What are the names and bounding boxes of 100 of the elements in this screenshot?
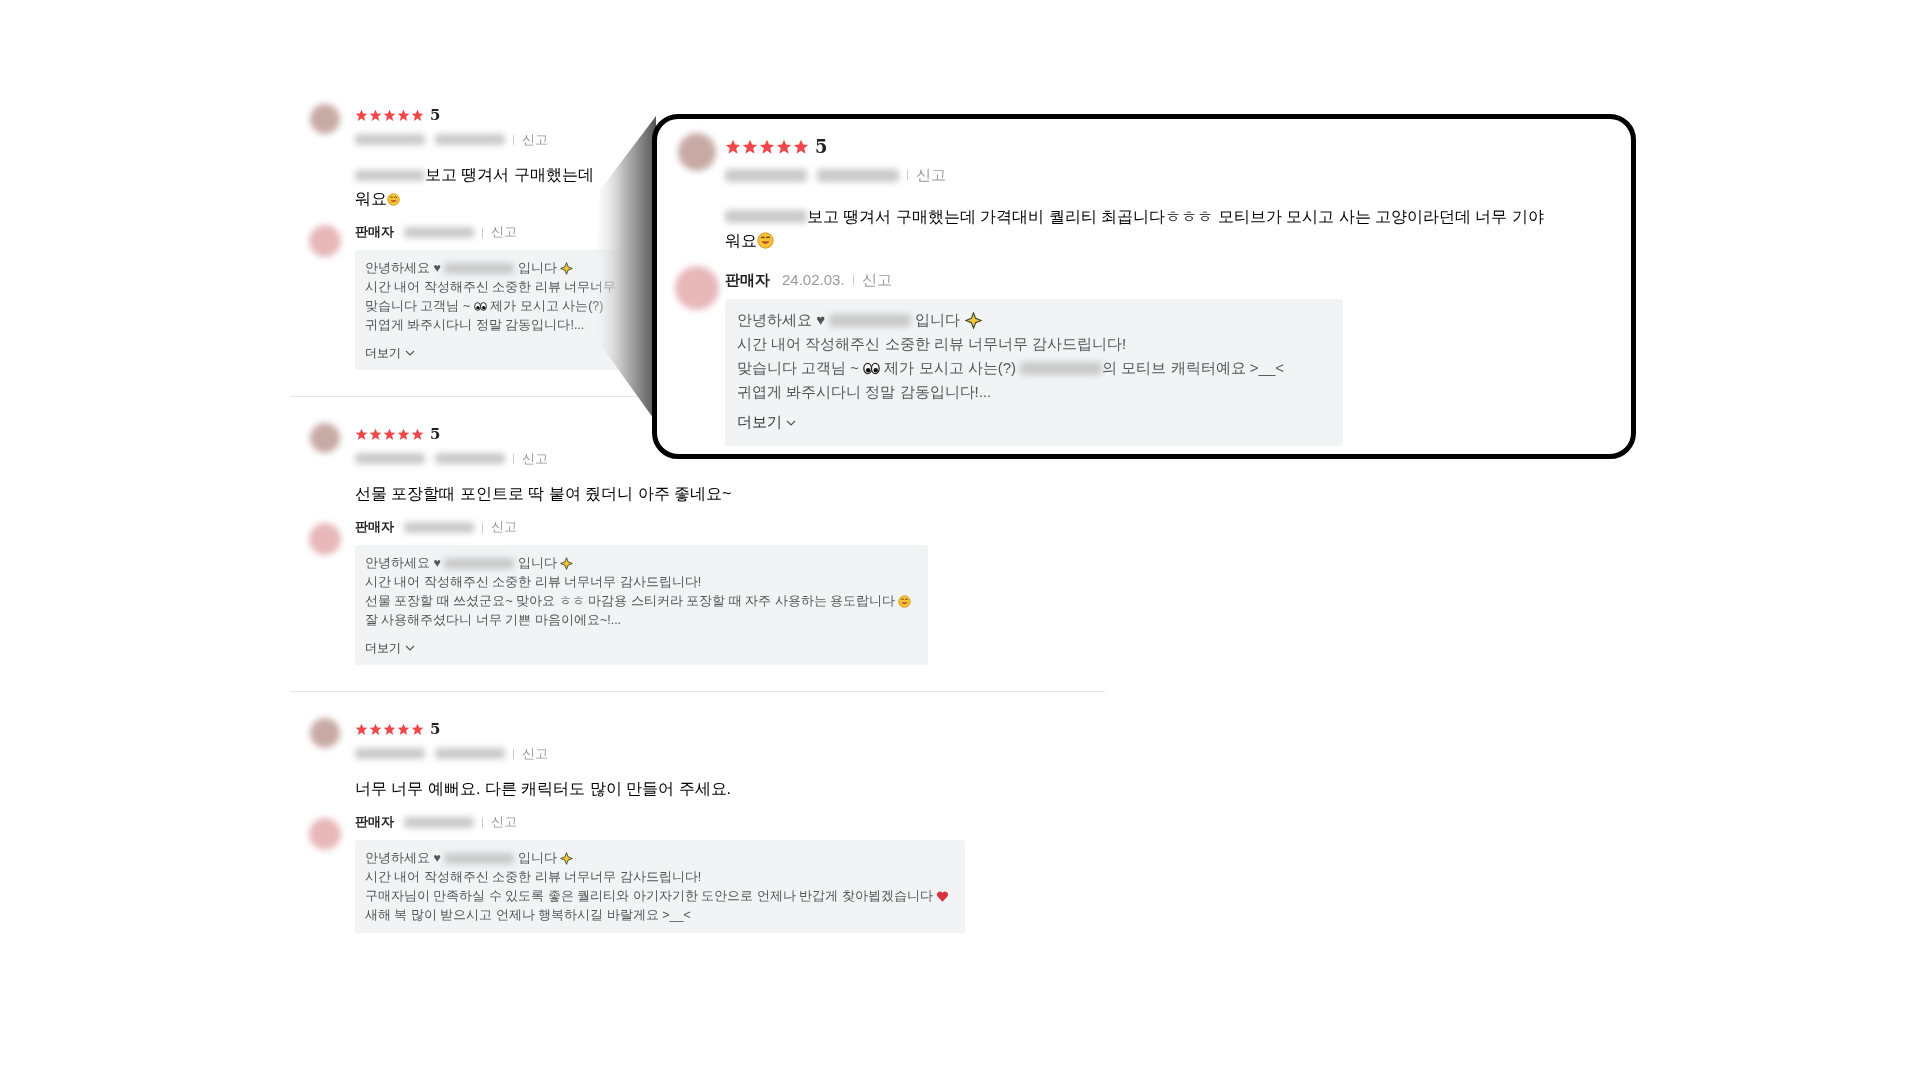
blurred-text <box>444 853 515 864</box>
reply-text: 의 모티브 캐릭터예요 >__< <box>1102 358 1284 378</box>
rating-value: 5 <box>430 424 441 445</box>
star-icon <box>369 427 382 441</box>
reply-text: 안녕하세요 ♥ <box>365 850 442 867</box>
star-icon <box>369 722 382 736</box>
star-icon <box>411 722 424 736</box>
blurred-text <box>404 817 474 829</box>
avatar <box>678 133 716 171</box>
star-icon <box>383 427 396 441</box>
sparkle-icon <box>560 852 574 865</box>
report-link[interactable]: 신고 <box>861 268 892 291</box>
reply-date: 24.02.03. <box>782 269 845 290</box>
blurred-text <box>355 748 425 760</box>
report-link[interactable]: 신고 <box>916 164 946 187</box>
reply-text: 귀엽게 봐주시다니 정말 감동입니다!... <box>365 317 585 334</box>
blurred-text <box>355 134 425 146</box>
seller-label: 판매자 <box>355 519 394 537</box>
star-icon <box>383 108 396 122</box>
more-button[interactable]: 더보기 <box>365 344 415 362</box>
star-icon <box>411 427 424 441</box>
chevron-down-icon <box>405 645 415 651</box>
more-button[interactable]: 더보기 <box>365 639 415 657</box>
sparkle-icon <box>964 311 982 329</box>
reply-text: 제가 모시고 사는(?) <box>489 298 604 315</box>
reply-text: 맞습니다 고객님 ~ <box>365 298 472 315</box>
report-link[interactable]: 신고 <box>522 449 548 469</box>
blurred-text <box>435 748 505 760</box>
star-icon <box>397 722 410 736</box>
review-text: 너무 너무 예뻐요. 다른 캐릭터도 많이 만들어 주세요. <box>355 779 731 800</box>
blurred-text <box>444 558 515 569</box>
blurred-text <box>355 453 425 465</box>
star-icon <box>397 427 410 441</box>
reply-text: 안녕하세요 ♥ <box>365 260 442 277</box>
more-button[interactable]: 더보기 <box>737 412 796 434</box>
smiley-icon <box>757 232 774 249</box>
star-icon <box>411 108 424 122</box>
avatar <box>310 718 340 748</box>
blurred-text <box>404 522 474 534</box>
reply-text: 구매자님이 만족하실 수 있도록 좋은 퀄리티와 아기자기한 도안으로 언제나 반갑게 찾아뵙겠습니다 <box>365 888 934 905</box>
review-text: 워요 <box>355 189 387 210</box>
rating-value: 5 <box>815 135 828 159</box>
sparkle-icon <box>560 262 574 275</box>
report-link[interactable]: 신고 <box>491 813 517 832</box>
rating-value: 5 <box>430 719 441 740</box>
blurred-text <box>355 169 425 181</box>
avatar <box>675 266 719 310</box>
star-icon <box>742 138 758 155</box>
report-link[interactable]: 신고 <box>522 130 548 150</box>
reply-text: 입니다 <box>516 555 558 572</box>
reply-text: 제가 모시고 사는(?) <box>883 358 1018 378</box>
star-icon <box>776 138 792 155</box>
blurred-text <box>444 263 515 274</box>
report-link[interactable]: 신고 <box>491 518 517 537</box>
reply-text: 시간 내어 작성해주신 소중한 리뷰 너무너무 감사드립니다! <box>365 869 702 886</box>
heart-icon <box>936 890 950 903</box>
star-icon <box>383 722 396 736</box>
star-icon <box>355 108 368 122</box>
reply-text: 시간 내어 작성해주신 소중한 리뷰 너무너무 감사드립니다! <box>737 334 1127 354</box>
smiley-icon <box>387 192 400 206</box>
star-icon <box>369 108 382 122</box>
reply-text: 새해 복 많이 받으시고 언제나 행복하시길 바랄게요 >__< <box>365 907 691 924</box>
star-icon <box>759 138 775 155</box>
reply-text: 맞습니다 고객님 ~ <box>737 358 861 378</box>
report-link[interactable]: 신고 <box>522 744 548 764</box>
avatar <box>310 423 340 453</box>
avatar <box>309 523 341 555</box>
star-icon <box>397 108 410 122</box>
star-icon <box>793 138 809 155</box>
rating-value: 5 <box>430 105 441 126</box>
report-link[interactable]: 신고 <box>491 223 517 242</box>
reply-text: 시간 내어 작성해주신 소중한 리뷰 너무너무 감사드립니다! <box>365 574 702 591</box>
avatar <box>309 225 341 257</box>
review-text: 보고 땡겨서 구매했는데 <box>425 165 594 186</box>
sparkle-icon <box>560 557 574 570</box>
star-icon <box>725 138 741 155</box>
reply-text: 선물 포장할 때 쓰셨군요~ 맞아요 ㅎㅎ 마감용 스티커라 포장할 때 자주 사용하는 용도랍니다 <box>365 593 896 610</box>
reply-text: 시간 내어 작성해주신 소중한 리뷰 너무너무 <box>365 279 617 296</box>
reply-text: 입니다 <box>516 850 558 867</box>
blurred-text <box>404 227 474 239</box>
chevron-down-icon <box>405 350 415 356</box>
seller-label: 판매자 <box>725 269 770 290</box>
chevron-down-icon <box>786 419 796 426</box>
reply-text: 안녕하세요 ♥ <box>365 555 442 572</box>
reply-text: 귀엽게 봐주시다니 정말 감동입니다!... <box>737 382 992 402</box>
reply-text: 잘 사용해주셨다니 너무 기쁜 마음이에요~!... <box>365 612 622 629</box>
review-text: 선물 포장할때 포인트로 딱 붙여 줬더니 아주 좋네요~ <box>355 484 732 505</box>
review-text: 보고 땡겨서 구매했는데 가격대비 퀄리티 최곱니다ㅎㅎㅎ 모티브가 모시고 사는 고양이라던데 너무 기야 <box>807 206 1544 227</box>
avatar <box>309 818 341 850</box>
star-icon <box>355 427 368 441</box>
review-text: 워요 <box>725 230 757 251</box>
smiley-icon <box>898 595 912 608</box>
seller-label: 판매자 <box>355 814 394 832</box>
seller-label: 판매자 <box>355 224 394 242</box>
eyes-icon <box>473 300 487 313</box>
avatar <box>310 104 340 134</box>
blurred-text <box>435 134 505 146</box>
star-icon <box>355 722 368 736</box>
reply-text: 안녕하세요 ♥ <box>737 310 827 330</box>
reply-text: 입니다 <box>516 260 558 277</box>
